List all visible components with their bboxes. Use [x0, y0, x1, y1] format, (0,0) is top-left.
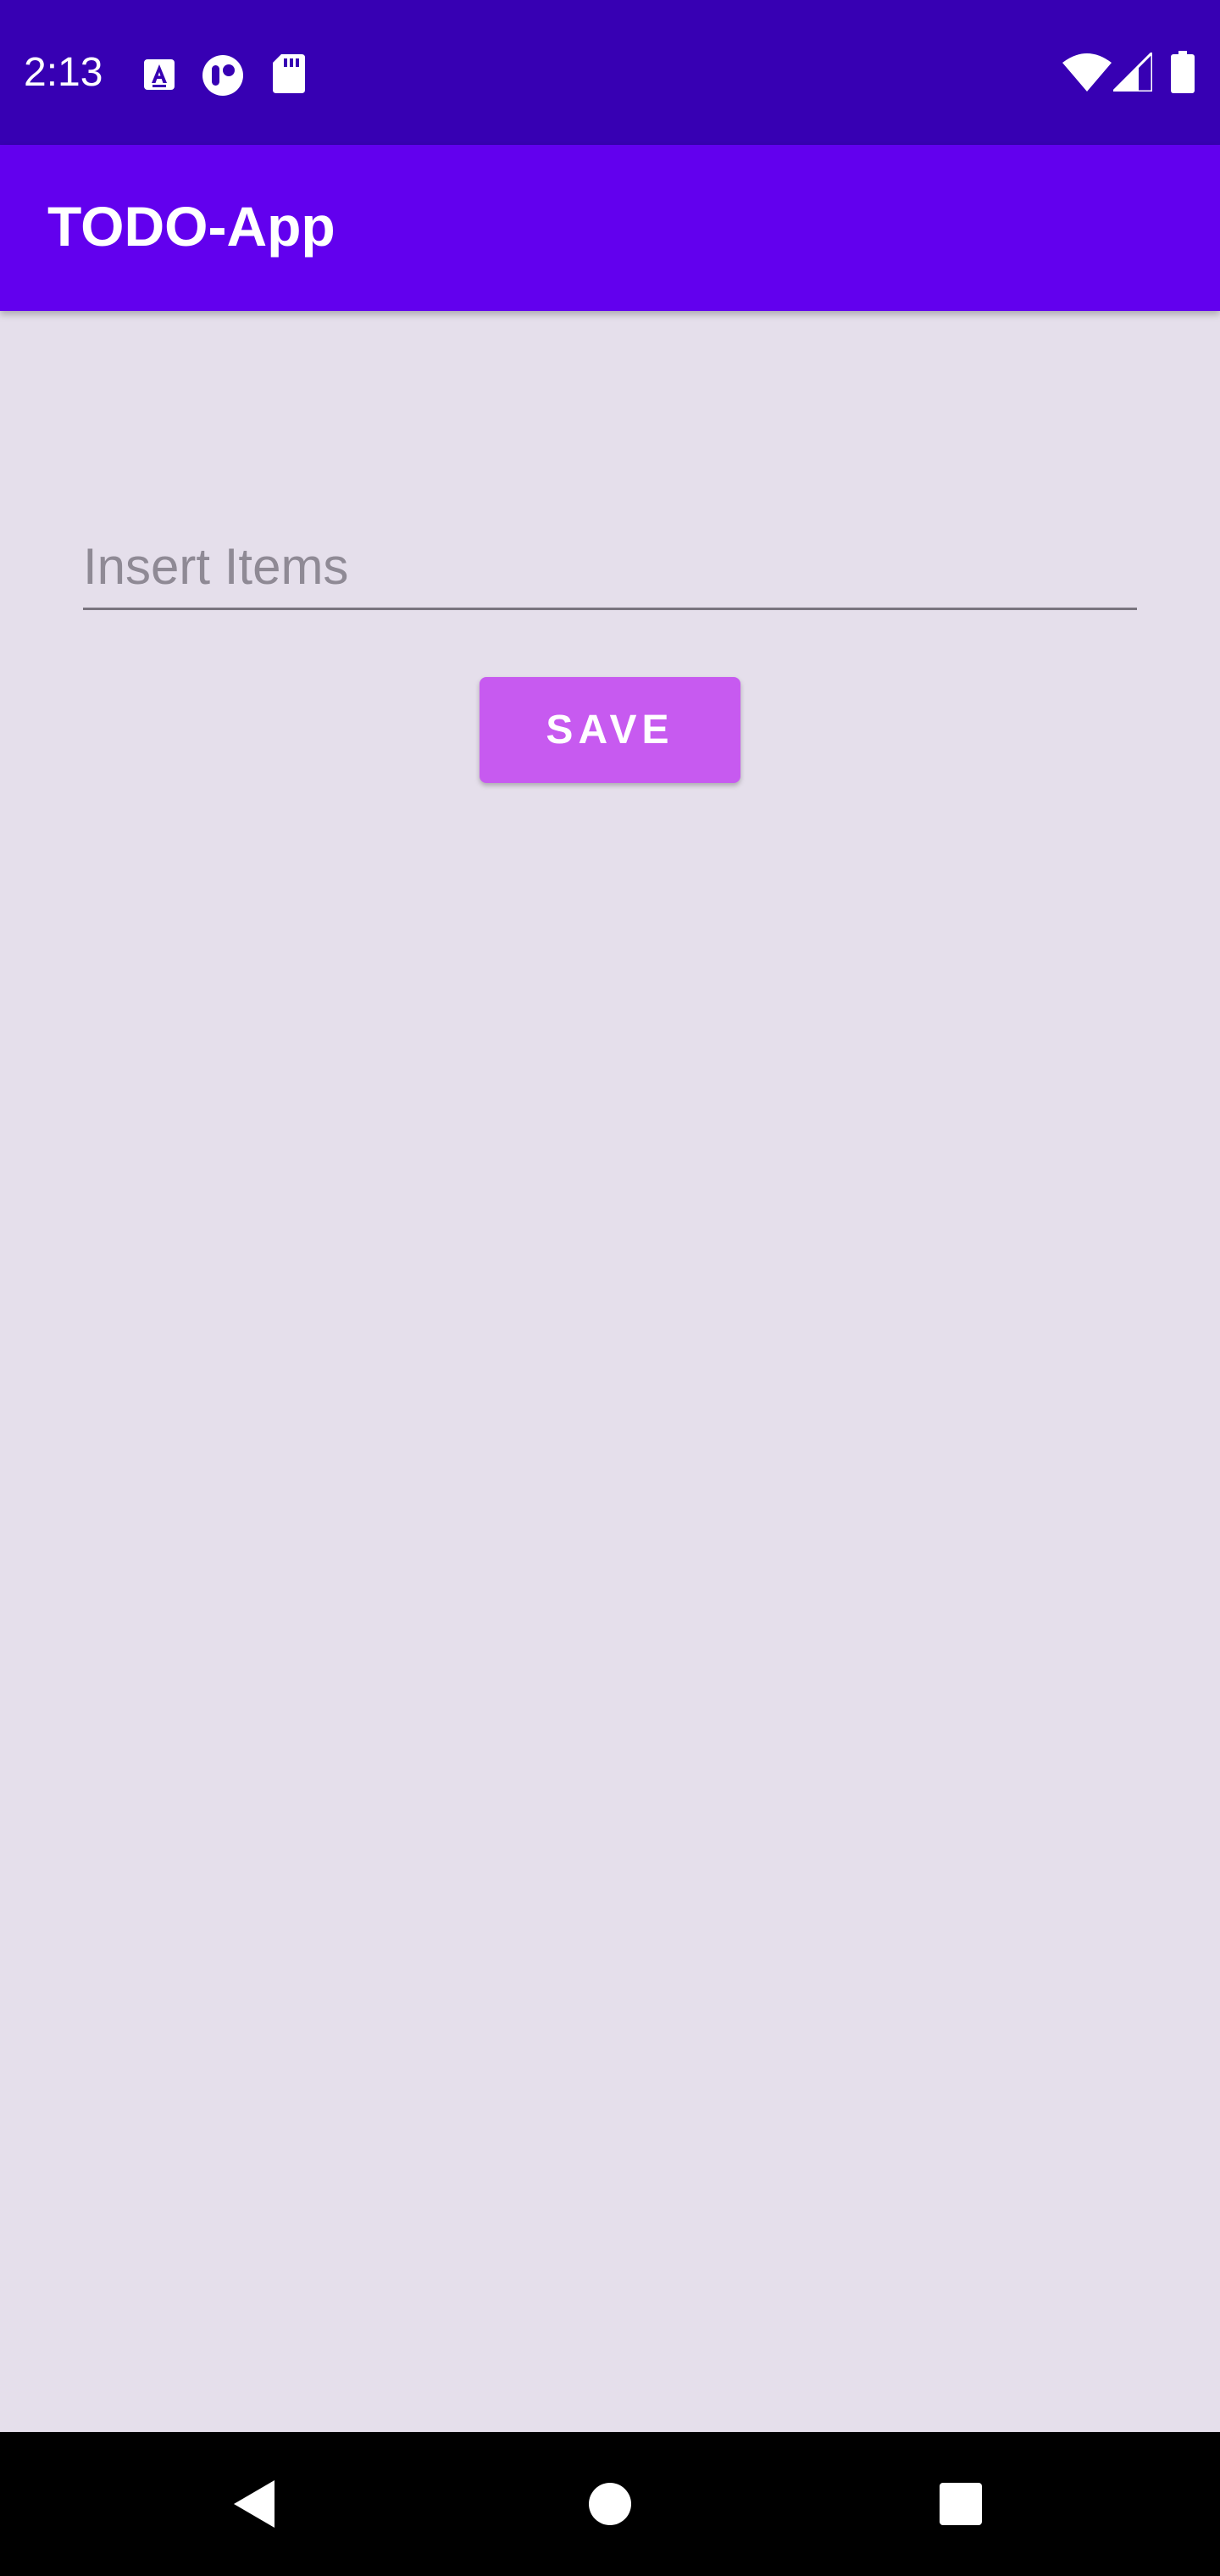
cellular-signal-icon [1110, 49, 1154, 93]
recents-icon [940, 2483, 982, 2525]
insert-items-input[interactable] [83, 525, 1137, 610]
home-button[interactable] [508, 2432, 712, 2576]
app-bar: TODO-App [0, 145, 1220, 311]
wifi-icon [1062, 53, 1112, 92]
sd-card-icon [273, 54, 305, 93]
keyboard-a-icon [142, 58, 176, 92]
status-time: 2:13 [24, 50, 103, 95]
save-button[interactable]: SAVE [480, 677, 740, 783]
media-app-icon [202, 54, 244, 97]
app-title: TODO-App [47, 195, 336, 258]
battery-icon [1171, 51, 1195, 93]
back-button[interactable] [152, 2432, 356, 2576]
status-bar: 2:13 [0, 0, 1220, 145]
home-icon [589, 2483, 631, 2525]
back-icon [234, 2480, 274, 2528]
navigation-bar [0, 2432, 1220, 2576]
recents-button[interactable] [859, 2432, 1062, 2576]
